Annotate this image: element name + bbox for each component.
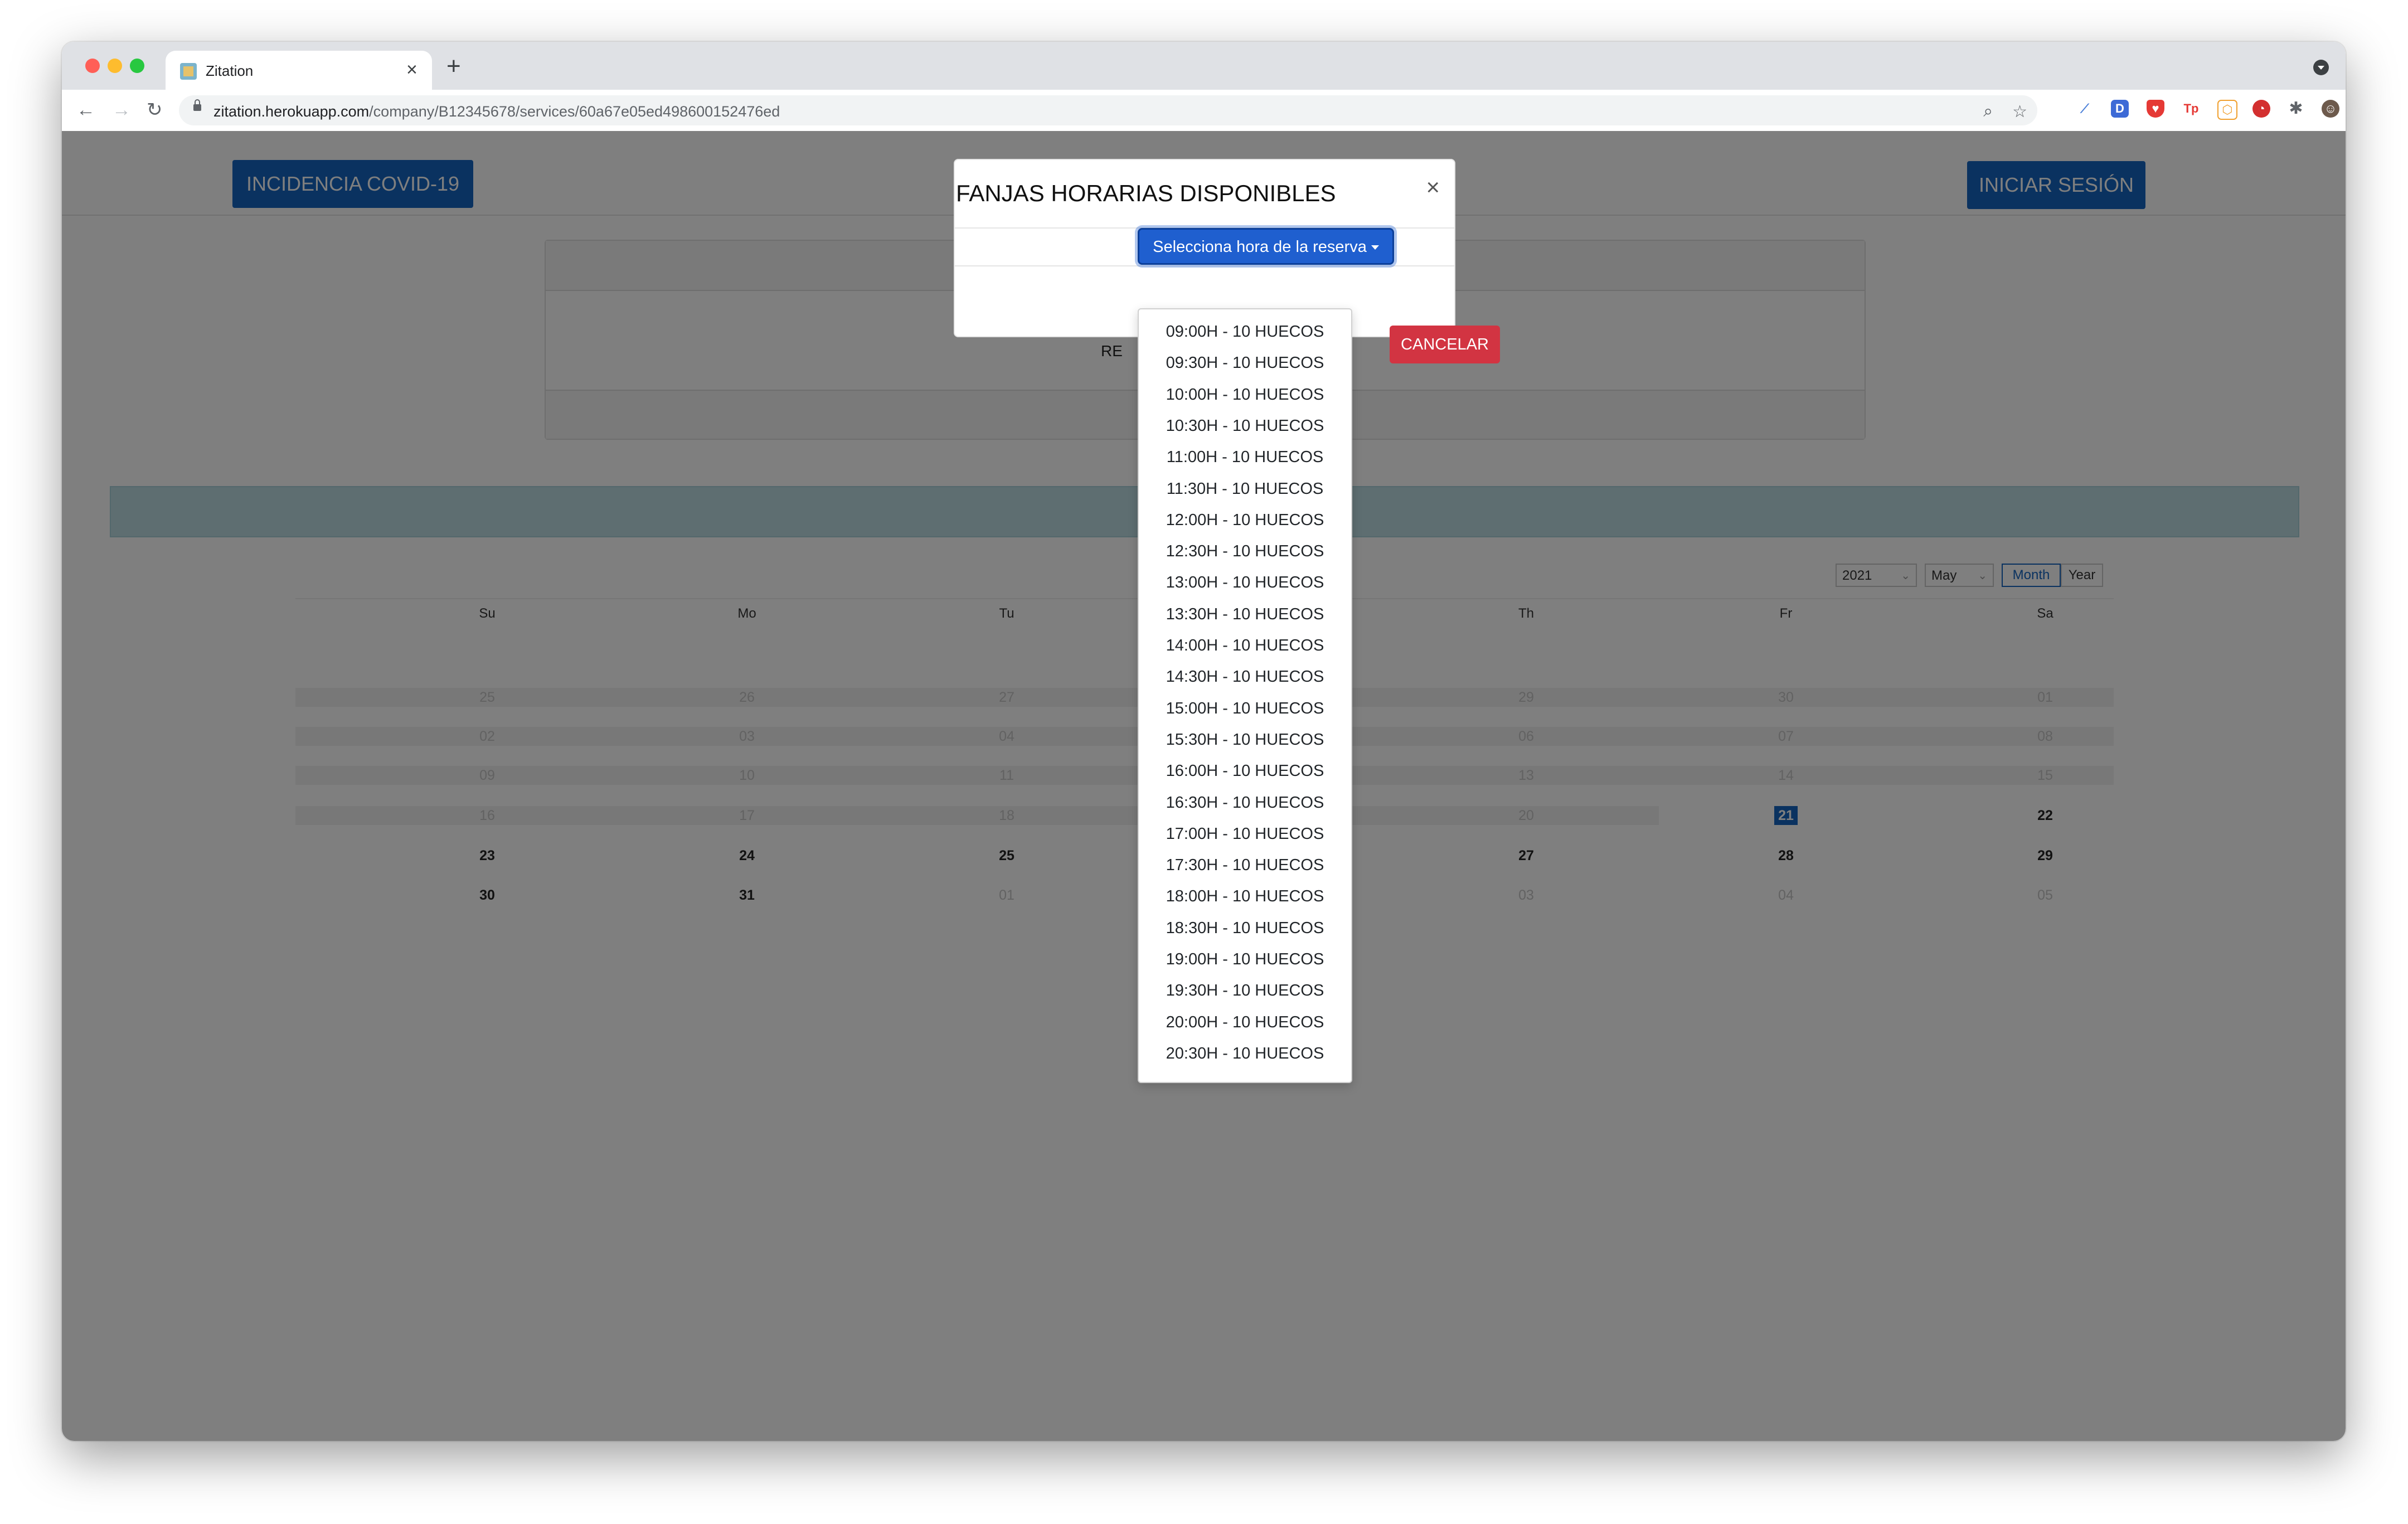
tab-title: Zitation (206, 62, 254, 79)
time-slot-option[interactable]: 20:30H - 10 HUECOS (1139, 1039, 1351, 1068)
maximize-window-button[interactable] (130, 59, 144, 73)
browser-window: Zitation × + ← → ↻ zitation.herokuapp.co… (62, 42, 2346, 1441)
extension-shield-icon[interactable]: ♥ (2147, 100, 2164, 118)
time-slot-option[interactable]: 11:30H - 10 HUECOS (1139, 474, 1351, 503)
time-slot-option[interactable]: 16:30H - 10 HUECOS (1139, 788, 1351, 817)
caret-down-icon (1371, 245, 1379, 250)
profile-avatar[interactable]: ☺ (2322, 100, 2339, 118)
zoom-icon[interactable]: ⌕ (1983, 102, 1993, 121)
modal-footer-divider (955, 265, 1454, 266)
close-tab-icon[interactable]: × (406, 59, 417, 81)
reload-icon[interactable]: ↻ (147, 98, 163, 122)
time-slot-option[interactable]: 13:00H - 10 HUECOS (1139, 568, 1351, 597)
time-slot-option[interactable]: 12:30H - 10 HUECOS (1139, 537, 1351, 566)
modal-title: FANJAS HORARIAS DISPONIBLES (956, 180, 1336, 206)
time-slot-option[interactable]: 14:00H - 10 HUECOS (1139, 631, 1351, 660)
extension-d-icon[interactable]: D (2111, 100, 2129, 118)
time-slot-option[interactable]: 18:00H - 10 HUECOS (1139, 882, 1351, 911)
extension-orange-icon[interactable]: ⬡ (2217, 100, 2237, 120)
time-slot-dropdown-menu: 09:00H - 10 HUECOS 09:30H - 10 HUECOS 10:0… (1138, 308, 1352, 1083)
time-slot-option[interactable]: 10:00H - 10 HUECOS (1139, 380, 1351, 409)
time-slot-option[interactable]: 12:00H - 10 HUECOS (1139, 506, 1351, 535)
browser-toolbar: ← → ↻ zitation.herokuapp.com/company/B12… (62, 90, 2346, 132)
tab-strip: Zitation × + (62, 42, 2346, 90)
tab-search-icon[interactable] (2313, 60, 2329, 75)
time-slot-option[interactable]: 17:00H - 10 HUECOS (1139, 819, 1351, 848)
url-text: zitation.herokuapp.com/company/B12345678… (213, 103, 780, 120)
time-slot-option[interactable]: 13:30H - 10 HUECOS (1139, 600, 1351, 629)
cancel-button[interactable]: CANCELAR (1390, 326, 1500, 363)
address-bar[interactable]: zitation.herokuapp.com/company/B12345678… (179, 95, 2037, 125)
bookmark-star-icon[interactable]: ☆ (2012, 102, 2027, 122)
close-icon[interactable]: × (1426, 173, 1440, 201)
favicon-icon (180, 63, 197, 80)
time-slot-option[interactable]: 19:30H - 10 HUECOS (1139, 976, 1351, 1005)
extension-red-circle-icon[interactable]: ◔ (2252, 100, 2270, 118)
time-slot-dropdown-toggle[interactable]: Selecciona hora de la reserva (1138, 228, 1394, 265)
extensions-puzzle-icon[interactable]: ✱ (2287, 100, 2305, 118)
time-slot-option[interactable]: 09:00H - 10 HUECOS (1139, 317, 1351, 346)
time-slot-option[interactable]: 18:30H - 10 HUECOS (1139, 914, 1351, 943)
browser-tab[interactable]: Zitation × (166, 51, 432, 90)
time-slot-option[interactable]: 15:00H - 10 HUECOS (1139, 694, 1351, 723)
time-slot-option[interactable]: 09:30H - 10 HUECOS (1139, 348, 1351, 377)
time-slot-option[interactable]: 14:30H - 10 HUECOS (1139, 662, 1351, 691)
minimize-window-button[interactable] (108, 59, 122, 73)
close-window-button[interactable] (85, 59, 100, 73)
time-slot-option[interactable]: 17:30H - 10 HUECOS (1139, 851, 1351, 880)
lock-icon (193, 99, 201, 111)
extension-feather-icon[interactable]: ⟋ (2076, 100, 2094, 118)
time-slot-option[interactable]: 20:00H - 10 HUECOS (1139, 1008, 1351, 1037)
extension-tp-icon[interactable]: Tp (2182, 100, 2200, 118)
time-slot-option[interactable]: 10:30H - 10 HUECOS (1139, 411, 1351, 440)
time-slot-option[interactable]: 19:00H - 10 HUECOS (1139, 945, 1351, 974)
time-slot-option[interactable]: 15:30H - 10 HUECOS (1139, 725, 1351, 754)
forward-icon[interactable]: → (112, 98, 131, 122)
time-slot-option[interactable]: 11:00H - 10 HUECOS (1139, 443, 1351, 472)
new-tab-icon[interactable]: + (446, 54, 461, 79)
dropdown-label: Selecciona hora de la reserva (1153, 238, 1367, 256)
back-icon[interactable]: ← (76, 98, 95, 122)
time-slot-option[interactable]: 16:00H - 10 HUECOS (1139, 756, 1351, 785)
